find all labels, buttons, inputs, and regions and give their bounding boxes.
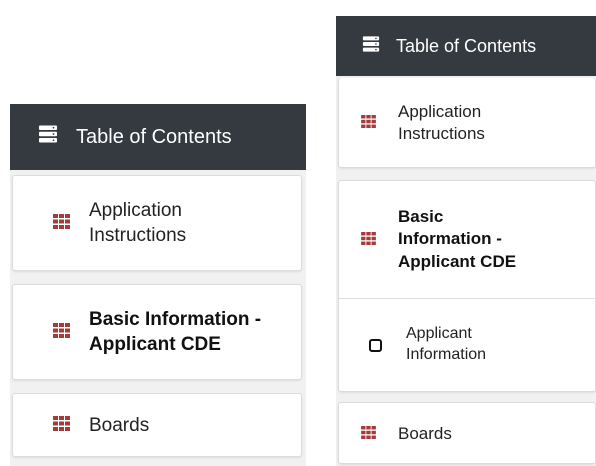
toc-item-label: Basic Information - Applicant CDE: [89, 309, 262, 355]
toc-item-boards[interactable]: Boards: [13, 394, 303, 458]
toc-header: Table of Contents: [336, 16, 596, 76]
left-toc-panel: Table of Contents Application Instructio…: [10, 104, 306, 466]
toc-subitem-applicant-information[interactable]: Applicant Information: [339, 299, 596, 391]
toc-item-application-instructions[interactable]: Application Instructions: [339, 78, 596, 168]
grid-icon: [361, 230, 376, 250]
grid-icon: [53, 322, 70, 344]
toc-item-label: Application Instructions: [89, 200, 187, 246]
right-toc-panel: Table of Contents Application Instructio…: [336, 16, 596, 466]
square-outline-icon: [369, 338, 382, 352]
toc-item-basic-information[interactable]: Basic Information - Applicant CDE: [13, 285, 303, 381]
grid-icon: [53, 415, 70, 437]
server-stack-icon: [362, 35, 380, 58]
toc-title: Table of Contents: [396, 35, 537, 56]
toc-card-application-instructions: Application Instructions: [338, 78, 596, 168]
toc-item-label: Boards: [89, 414, 150, 436]
toc-item-basic-information[interactable]: Basic Information - Applicant CDE: [339, 181, 596, 298]
toc-item-label: Boards: [398, 423, 452, 443]
toc-item-label: Application Instructions: [398, 101, 485, 143]
toc-header: Table of Contents: [10, 104, 306, 170]
grid-icon: [361, 424, 376, 444]
toc-item-label: Applicant Information: [406, 325, 487, 363]
grid-icon: [53, 213, 70, 235]
toc-card-basic-information: Basic Information - Applicant CDE: [12, 284, 302, 380]
toc-card-application-instructions: Application Instructions: [12, 175, 302, 271]
server-stack-icon: [38, 124, 58, 150]
toc-card-boards: Boards: [338, 402, 596, 464]
toc-card-boards: Boards: [12, 393, 302, 457]
toc-card-basic-information-group: Basic Information - Applicant CDE Applic…: [338, 180, 596, 392]
toc-item-boards[interactable]: Boards: [339, 403, 596, 465]
toc-item-application-instructions[interactable]: Application Instructions: [13, 176, 303, 272]
grid-icon: [361, 113, 376, 133]
toc-title: Table of Contents: [76, 125, 232, 148]
toc-item-label: Basic Information - Applicant CDE: [398, 207, 517, 271]
